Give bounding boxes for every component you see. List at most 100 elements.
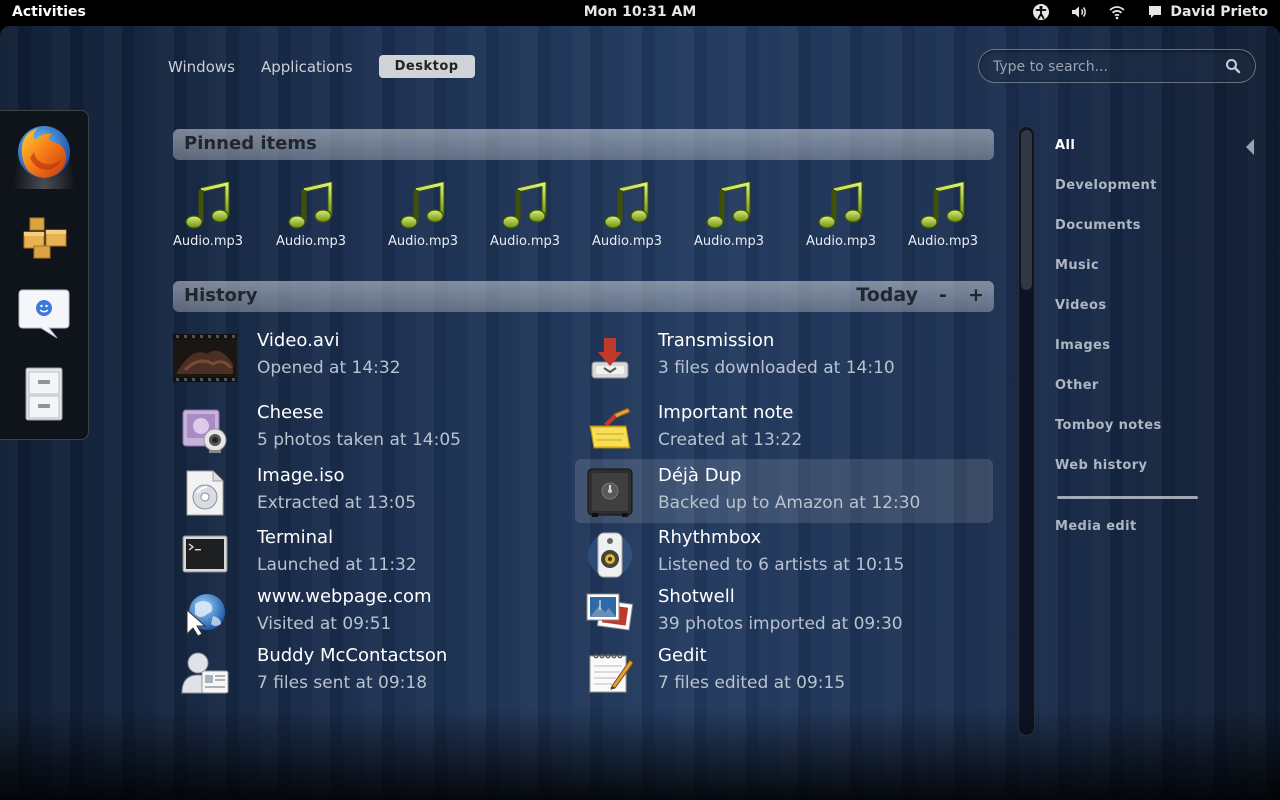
pinned-item[interactable]: Audio.mp3	[796, 180, 886, 249]
file-cabinet-icon	[20, 364, 68, 428]
history-plus-button[interactable]: +	[968, 284, 984, 306]
music-note-icon	[602, 180, 652, 230]
history-item-title: Terminal	[257, 527, 334, 548]
terminal-icon	[173, 529, 237, 581]
volume-icon[interactable]	[1070, 3, 1088, 21]
pinned-item-label: Audio.mp3	[907, 234, 979, 249]
collapse-arrow-icon[interactable]	[1244, 138, 1256, 156]
pinned-item[interactable]: Audio.mp3	[378, 180, 468, 249]
top-panel: Activities Mon 10:31 AM David Prieto	[0, 0, 1280, 26]
history-item-subtitle: Visited at 09:51	[257, 614, 392, 634]
history-item-title: Rhythmbox	[658, 527, 762, 548]
history-item-title: Gedit	[658, 645, 707, 666]
user-menu[interactable]: David Prieto	[1146, 3, 1268, 21]
category-videos[interactable]: Videos	[1055, 298, 1106, 313]
dash-item-empathy[interactable]	[10, 281, 78, 351]
tab-windows[interactable]: Windows	[168, 56, 251, 78]
category-tomboy-notes[interactable]: Tomboy notes	[1055, 418, 1162, 433]
category-media-edit[interactable]: Media edit	[1055, 519, 1137, 534]
disc-image-icon	[173, 467, 237, 519]
search-input[interactable]	[993, 56, 1213, 78]
history-item[interactable]: www.webpage.com Visited at 09:51	[173, 586, 591, 650]
history-item-subtitle: Extracted at 13:05	[257, 493, 417, 513]
search-box[interactable]	[978, 49, 1256, 83]
category-all[interactable]: All	[1055, 138, 1075, 153]
history-item[interactable]: Gedit 7 files edited at 09:15	[575, 645, 993, 709]
dash-item-firefox[interactable]	[10, 119, 78, 189]
history-minus-button[interactable]: -	[936, 284, 950, 306]
activities-button[interactable]: Activities	[12, 4, 86, 20]
history-item[interactable]: Image.iso Extracted at 13:05	[173, 465, 591, 529]
music-note-icon	[500, 180, 550, 230]
note-icon	[578, 404, 642, 456]
history-item[interactable]: Cheese 5 photos taken at 14:05	[173, 402, 591, 466]
user-name: David Prieto	[1170, 4, 1268, 20]
history-item[interactable]: Terminal Launched at 11:32	[173, 527, 591, 591]
status-tray: David Prieto	[1032, 3, 1268, 21]
pinned-item[interactable]: Audio.mp3	[684, 180, 774, 249]
tab-desktop[interactable]: Desktop	[378, 55, 475, 78]
dash-item-file-cabinet[interactable]	[10, 361, 78, 431]
pinned-item-label: Audio.mp3	[489, 234, 561, 249]
history-item[interactable]: Important note Created at 13:22	[575, 402, 993, 466]
pinned-item[interactable]: Audio.mp3	[898, 180, 988, 249]
history-item-title: Buddy McContactson	[257, 645, 448, 666]
history-header: History Today - +	[173, 281, 994, 312]
cheese-icon	[173, 404, 237, 456]
accessibility-icon[interactable]	[1032, 3, 1050, 21]
history-item-title: Important note	[658, 402, 794, 423]
history-item-subtitle: Listened to 6 artists at 10:15	[658, 555, 905, 575]
shotwell-icon	[578, 588, 642, 640]
pinned-item-label: Audio.mp3	[275, 234, 347, 249]
music-note-icon	[704, 180, 754, 230]
pinned-items-header: Pinned items	[173, 129, 994, 160]
pinned-item[interactable]: Audio.mp3	[266, 180, 356, 249]
category-web-history[interactable]: Web history	[1055, 458, 1147, 473]
firefox-icon	[12, 120, 76, 188]
chat-icon	[1146, 3, 1164, 21]
music-note-icon	[918, 180, 968, 230]
history-item-title: Transmission	[658, 330, 775, 351]
history-item[interactable]: Rhythmbox Listened to 6 artists at 10:15	[575, 527, 993, 591]
scrollbar[interactable]	[1018, 126, 1035, 736]
pinned-item-label: Audio.mp3	[172, 234, 244, 249]
category-development[interactable]: Development	[1055, 178, 1157, 193]
tab-applications[interactable]: Applications	[261, 56, 369, 78]
history-item-subtitle: 7 files edited at 09:15	[658, 673, 846, 693]
history-item[interactable]: Buddy McContactson 7 files sent at 09:18	[173, 645, 591, 709]
history-item[interactable]: Transmission 3 files downloaded at 14:10	[575, 330, 993, 394]
history-item[interactable]: Shotwell 39 photos imported at 09:30	[575, 586, 993, 650]
web-globe-icon	[173, 588, 237, 640]
pinned-item[interactable]: Audio.mp3	[480, 180, 570, 249]
dash-item-file-manager[interactable]	[10, 203, 78, 273]
wifi-icon[interactable]	[1108, 3, 1126, 21]
search-icon	[1225, 58, 1241, 74]
rhythmbox-icon	[578, 529, 642, 581]
history-item-subtitle: Opened at 14:32	[257, 358, 401, 378]
view-selector: Windows Applications Desktop	[168, 55, 485, 78]
music-note-icon	[816, 180, 866, 230]
category-documents[interactable]: Documents	[1055, 218, 1141, 233]
category-separator	[1057, 496, 1198, 499]
pinned-item-label: Audio.mp3	[387, 234, 459, 249]
music-note-icon	[286, 180, 336, 230]
history-item-title: Image.iso	[257, 465, 345, 486]
pinned-item[interactable]: Audio.mp3	[163, 180, 253, 249]
history-item-title: www.webpage.com	[257, 586, 432, 607]
music-note-icon	[398, 180, 448, 230]
clock[interactable]: Mon 10:31 AM	[584, 4, 697, 20]
history-item-subtitle: 7 files sent at 09:18	[257, 673, 428, 693]
pinned-item[interactable]: Audio.mp3	[582, 180, 672, 249]
history-item-subtitle: Backed up to Amazon at 12:30	[658, 493, 921, 513]
history-period: Today	[856, 284, 918, 306]
transmission-icon	[578, 332, 642, 384]
category-other[interactable]: Other	[1055, 378, 1099, 393]
boxes-icon	[16, 208, 72, 268]
category-music[interactable]: Music	[1055, 258, 1099, 273]
history-item[interactable]: Video.avi Opened at 14:32	[173, 330, 591, 394]
history-item[interactable]: Déjà Dup Backed up to Amazon at 12:30	[575, 459, 993, 523]
category-images[interactable]: Images	[1055, 338, 1110, 353]
video-thumbnail-icon	[173, 332, 237, 384]
pinned-item-label: Audio.mp3	[693, 234, 765, 249]
scrollbar-thumb[interactable]	[1021, 130, 1032, 290]
